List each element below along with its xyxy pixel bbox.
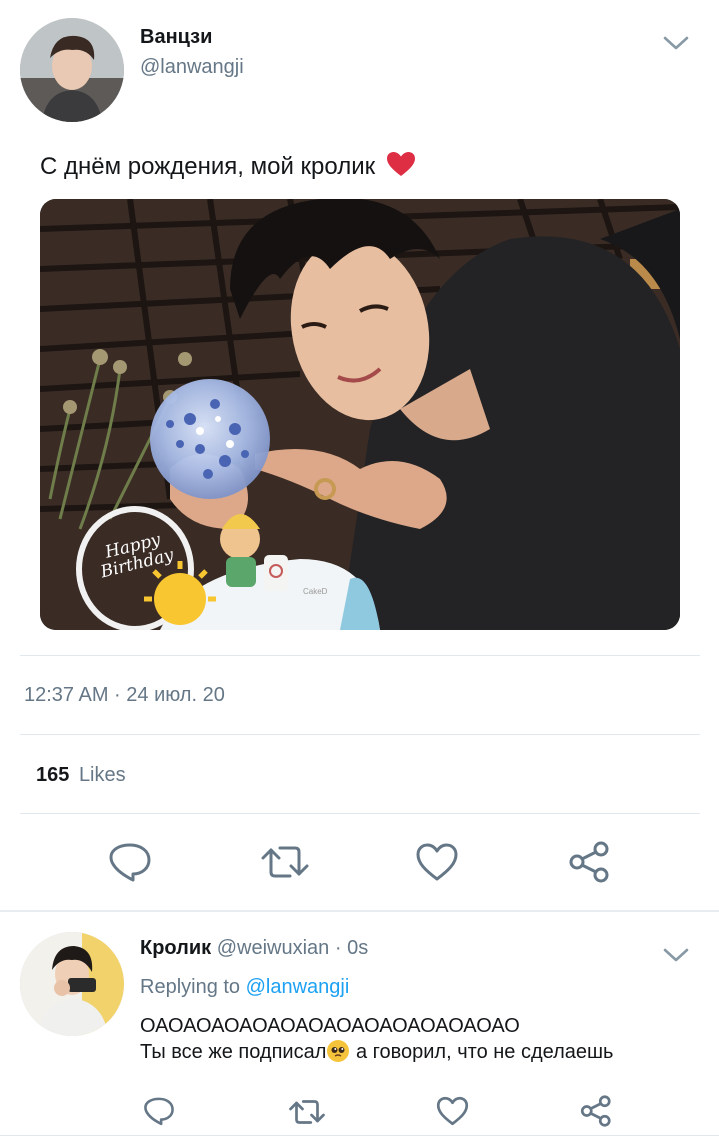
- reply-text-part-1: Ты все же подписал: [140, 1041, 327, 1063]
- reply-icon[interactable]: [143, 1096, 175, 1126]
- replying-to: Replying to @lanwangji: [140, 976, 349, 999]
- heart-icon[interactable]: [415, 842, 459, 882]
- cake-box-label: CakeD: [303, 587, 328, 596]
- reply-time[interactable]: · 0s: [335, 937, 368, 959]
- tweet-text: С днём рождения, мой кролик: [40, 151, 416, 184]
- likes-label: Likes: [78, 764, 126, 786]
- likes-stat[interactable]: 165 Likes: [36, 764, 126, 787]
- share-icon[interactable]: [580, 1095, 613, 1127]
- divider: [0, 1135, 719, 1136]
- author-avatar[interactable]: [20, 18, 124, 122]
- reply-text-part-2: а говорил, что не сделаешь: [350, 1041, 614, 1063]
- retweet-icon[interactable]: [288, 1097, 326, 1127]
- reply-header: Кролик @weiwuxian · 0s: [140, 937, 368, 960]
- chevron-down-icon[interactable]: [662, 34, 690, 57]
- tweet-timestamp[interactable]: 12:37 AM · 24 июл. 20: [24, 684, 225, 707]
- heart-emoji: [386, 151, 416, 184]
- tweet-text-body: С днём рождения, мой кролик: [40, 153, 376, 180]
- section-divider: [0, 910, 719, 912]
- reply-author-name[interactable]: Кролик: [140, 937, 211, 959]
- author-handle[interactable]: @lanwangji: [140, 56, 244, 79]
- replying-to-link[interactable]: @lanwangji: [246, 976, 350, 998]
- heart-icon[interactable]: [436, 1096, 469, 1126]
- divider: [20, 734, 700, 735]
- likes-count: 165: [36, 764, 70, 786]
- tweet-photo[interactable]: Happy Birthday CakeD: [40, 199, 680, 630]
- reply-author-handle[interactable]: @weiwuxian: [217, 937, 330, 959]
- pleading-face-icon: [327, 1040, 350, 1062]
- chevron-down-icon[interactable]: [662, 946, 690, 969]
- reply-text-line-1: ОАОАОАОАОАОАОАОАОАОАОАОАОАО: [140, 1015, 520, 1037]
- reply-icon[interactable]: [108, 841, 152, 883]
- author-name[interactable]: Ванцзи: [140, 26, 212, 49]
- share-icon[interactable]: [568, 841, 612, 883]
- retweet-icon[interactable]: [260, 842, 310, 882]
- divider: [20, 655, 700, 656]
- divider: [20, 813, 700, 814]
- reply-author-avatar[interactable]: [20, 932, 124, 1036]
- reply-text-line-2: Ты все же подписал а говорил, что не сде…: [140, 1040, 613, 1064]
- replying-to-prefix: Replying to: [140, 976, 241, 998]
